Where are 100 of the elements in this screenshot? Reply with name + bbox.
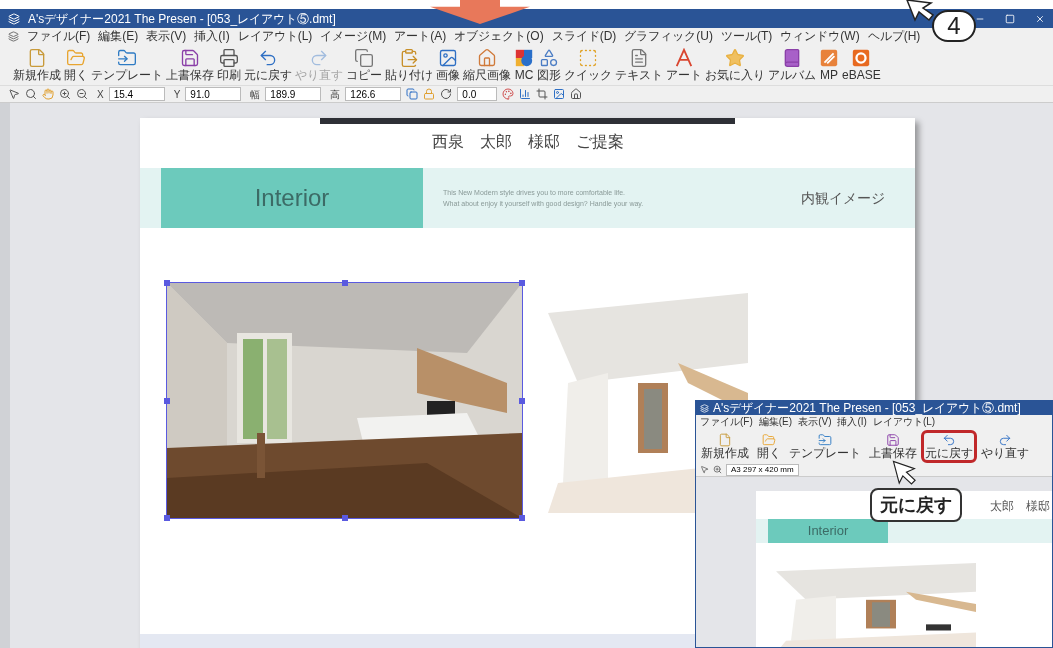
menu-item[interactable]: スライド(D) (551, 29, 617, 44)
toolbar-button[interactable]: 貼り付け (384, 48, 434, 82)
window-title: A'sデザイナー2021 The Presen - [053_レイアウト⑤.dmt] (713, 401, 1021, 415)
selection-handle[interactable] (341, 280, 348, 286)
selection-handle[interactable] (164, 515, 170, 521)
search-icon[interactable] (25, 88, 37, 100)
save-icon (180, 48, 200, 68)
menu-item[interactable]: 編集(E) (98, 29, 139, 44)
toolbar-button[interactable]: 上書保存 (865, 429, 921, 463)
art-letter-icon (674, 48, 694, 68)
toolbar-button[interactable]: 開く (63, 48, 89, 82)
toolbar-button[interactable]: 新規作成 (12, 48, 62, 82)
toolbar-button[interactable]: クイック (563, 48, 613, 82)
menu-item[interactable]: ヘルプ(H) (867, 29, 921, 44)
toolbar-button[interactable]: 印刷 (216, 48, 242, 82)
save-icon (886, 432, 900, 447)
menu-item[interactable]: 表示(V) (146, 29, 187, 44)
crop-icon[interactable] (536, 88, 549, 100)
new-file-icon (718, 432, 732, 447)
pointer-icon[interactable] (700, 465, 709, 474)
section-heading: Interior (768, 519, 888, 543)
maximize-icon[interactable] (1005, 13, 1015, 24)
toolbar-button[interactable]: テキスト (614, 48, 664, 82)
selection-handle[interactable] (164, 280, 170, 286)
toolbar-button[interactable]: 元に戻す (243, 48, 293, 82)
toolbar-button[interactable]: コピー (345, 48, 383, 82)
menu-item[interactable]: アート(A) (394, 29, 447, 44)
menu-item[interactable]: 挿入(I) (837, 416, 867, 428)
toolbar-button[interactable]: やり直す (977, 429, 1033, 463)
paper-size-field[interactable]: A3 297 x 420 mm (726, 463, 799, 476)
toolbar-button[interactable]: MC (513, 48, 535, 82)
house-icon (477, 48, 497, 68)
toolbar-button[interactable]: 縮尺画像 (462, 48, 512, 82)
zoom-in-icon[interactable] (59, 88, 71, 100)
selection-handle[interactable] (341, 515, 348, 521)
field-label: 高 (330, 87, 341, 102)
menu-item[interactable]: 編集(E) (758, 416, 793, 428)
toolbar-button[interactable]: テンプレート (785, 429, 865, 463)
menu-item[interactable]: ファイル(F) (700, 416, 753, 428)
page-title: 太郎 様邸 (990, 498, 1050, 515)
folder-icon (117, 48, 137, 68)
coordinate-field[interactable]: 189.9 (265, 87, 322, 101)
toolbar-button[interactable]: 新規作成 (697, 429, 753, 463)
menu-item[interactable]: 表示(V) (798, 416, 832, 428)
house-icon[interactable] (570, 88, 583, 100)
toolbar-button[interactable]: 開く (753, 429, 785, 463)
menu-item[interactable]: ウィンドウ(W) (780, 29, 860, 44)
folder-icon (66, 48, 86, 68)
toolbar-button[interactable]: 上書保存 (165, 48, 215, 82)
zoom-in-icon[interactable] (713, 465, 722, 474)
toolbar-button[interactable]: アート (665, 48, 703, 82)
image-icon[interactable] (553, 88, 566, 100)
shapes-icon (539, 48, 559, 68)
toolbar-button[interactable]: eBASE (841, 48, 882, 82)
paste-icon (399, 48, 419, 68)
toolbar-button[interactable]: アルバム (767, 48, 817, 82)
menu-item[interactable]: ファイル(F) (27, 29, 91, 44)
mp-icon (819, 48, 839, 68)
menu-item[interactable]: 挿入(I) (194, 29, 230, 44)
toolbar-button[interactable]: 画像 (435, 48, 461, 82)
rotation-field[interactable]: 0.0 (457, 87, 498, 101)
cursor-icon (892, 460, 918, 486)
field-label: X (97, 87, 104, 102)
undo-icon (942, 432, 956, 447)
pointer-icon[interactable] (8, 88, 20, 100)
app-icon (8, 12, 20, 25)
selection-handle[interactable] (519, 397, 525, 404)
star-icon (725, 48, 745, 68)
menu-item[interactable]: オブジェクト(O) (454, 29, 544, 44)
copy-icon[interactable] (406, 88, 419, 100)
tiles-icon (514, 48, 534, 68)
chart-icon[interactable] (519, 88, 532, 100)
toolbar-button[interactable]: 元に戻す (921, 429, 977, 463)
toolbar-button[interactable]: お気に入り (704, 48, 766, 82)
window-title: A'sデザイナー2021 The Presen - [053_レイアウト⑤.dmt] (28, 10, 336, 28)
image-icon (438, 48, 458, 68)
toolbar-button[interactable]: 図形 (536, 48, 562, 82)
menu-item[interactable]: グラフィック(U) (624, 29, 713, 44)
menu-item[interactable]: ツール(T) (721, 29, 773, 44)
menu-item[interactable]: レイアウト(L) (872, 416, 936, 428)
zoom-out-icon[interactable] (76, 88, 88, 100)
text-box-icon (629, 48, 649, 68)
new-file-icon (27, 48, 47, 68)
selection-handle[interactable] (519, 280, 525, 286)
coordinate-field[interactable]: 126.6 (345, 87, 402, 101)
toolbar-button[interactable]: MP (818, 48, 840, 82)
redo-icon (998, 432, 1012, 447)
close-icon[interactable] (1035, 13, 1045, 24)
folder-icon (818, 432, 832, 447)
palette-icon[interactable] (502, 88, 515, 100)
menu-item[interactable]: イメージ(M) (320, 29, 387, 44)
rotate-icon[interactable] (440, 88, 453, 100)
menu-item[interactable]: レイアウト(L) (237, 29, 313, 44)
selection-handle[interactable] (519, 515, 525, 521)
printer-icon (219, 48, 239, 68)
coordinate-field[interactable]: 15.4 (108, 87, 165, 101)
toolbar-button[interactable]: テンプレート (90, 48, 164, 82)
coordinate-field[interactable]: 91.0 (185, 87, 242, 101)
folder-icon (762, 432, 776, 447)
selection-handle[interactable] (164, 397, 170, 404)
